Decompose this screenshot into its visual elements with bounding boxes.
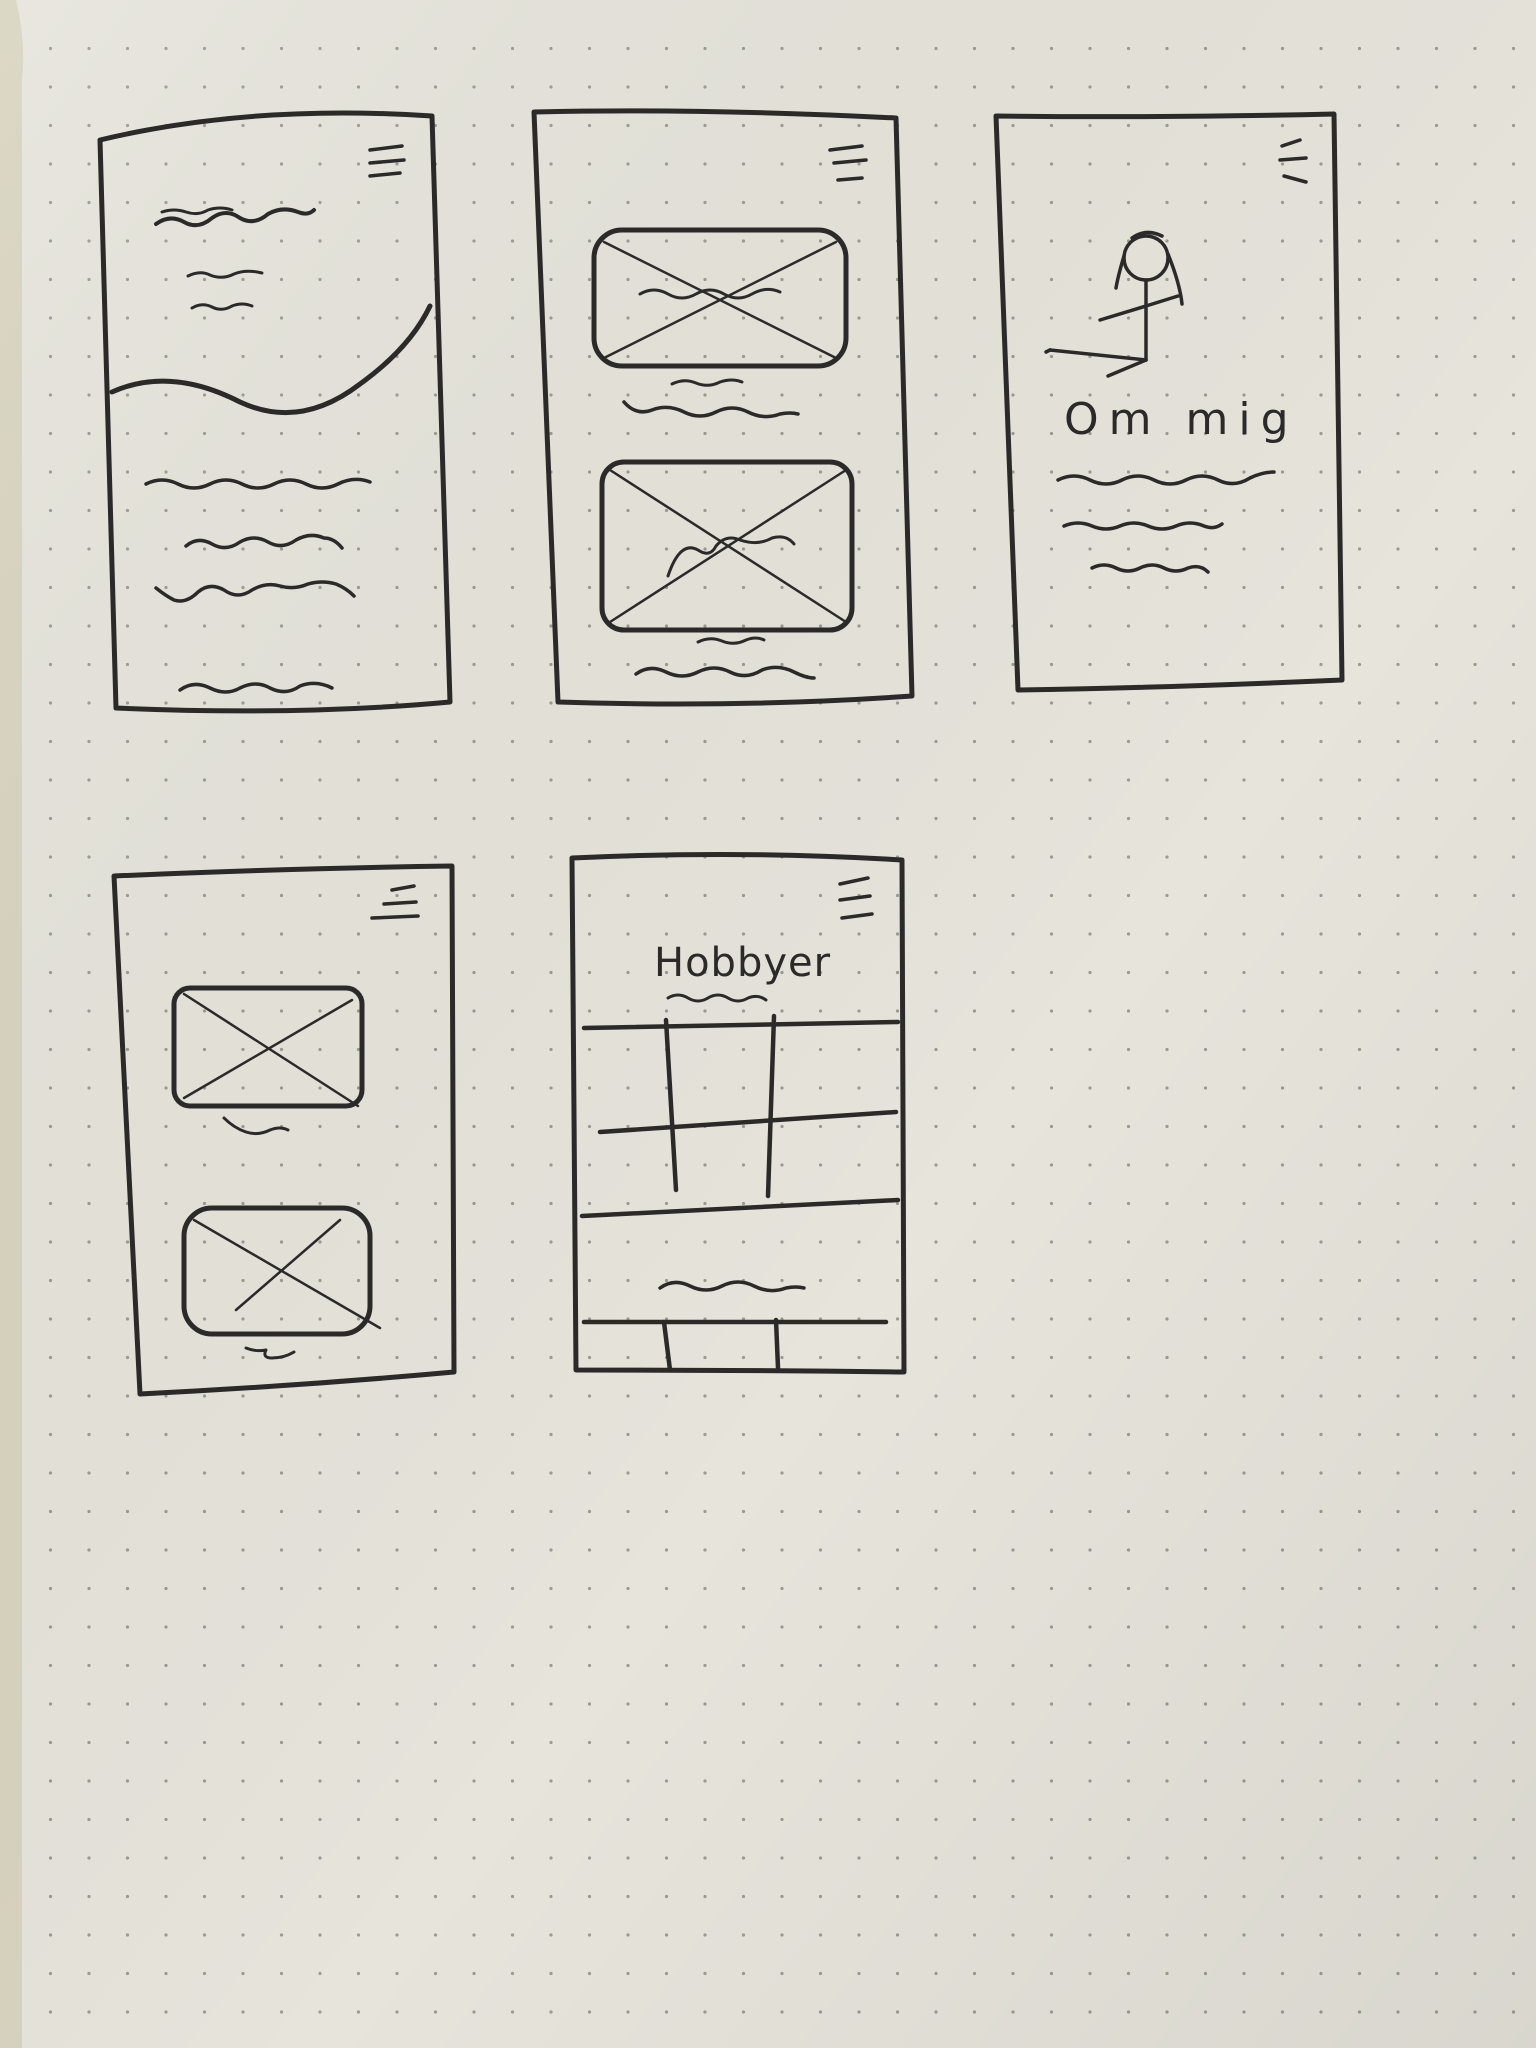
notebook-page: Om mig Hobbyer <box>0 0 1536 2048</box>
sketch-canvas: Om mig Hobbyer <box>0 0 1536 2048</box>
about-heading: Om mig <box>1064 394 1299 445</box>
hobbies-heading: Hobbyer <box>654 940 831 986</box>
